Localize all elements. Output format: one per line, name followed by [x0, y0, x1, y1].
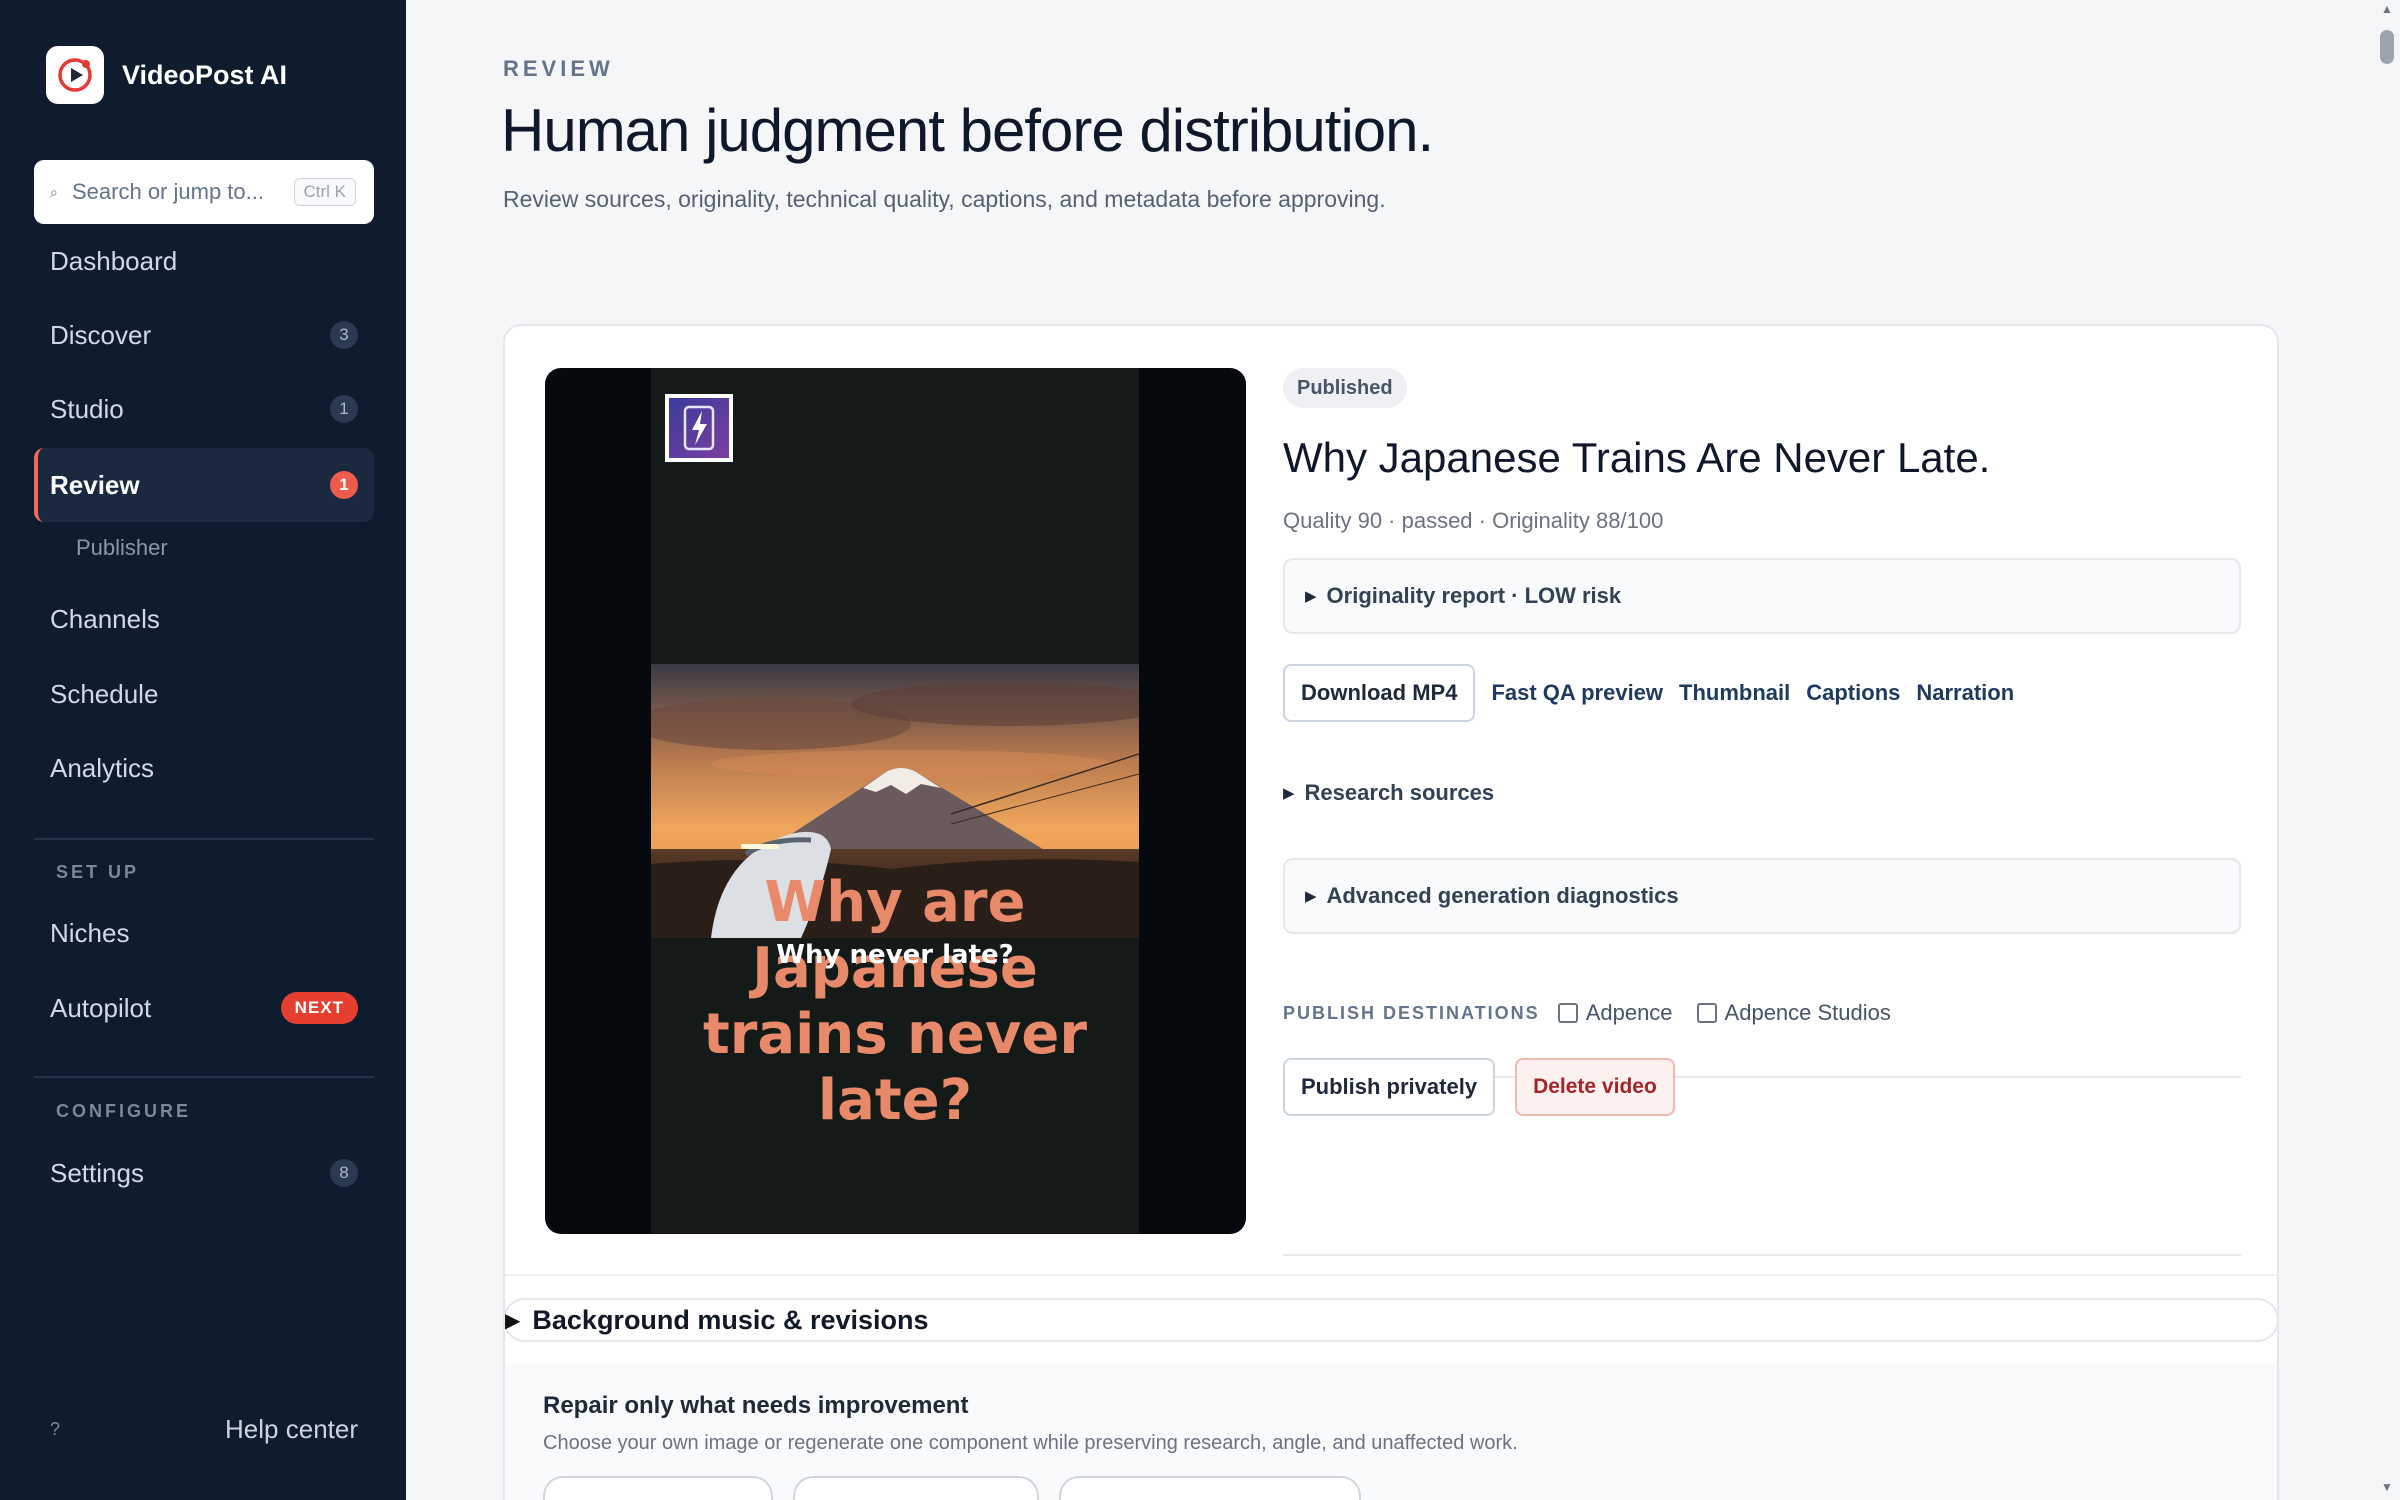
nav-label: Schedule [50, 678, 159, 709]
disclosure-triangle-icon: ▶ [1283, 785, 1295, 802]
section-label-setup: SET UP [56, 862, 140, 882]
sidebar-divider [34, 838, 374, 840]
thumbnail-link[interactable]: Thumbnail [1679, 680, 1790, 706]
scroll-down-arrow-icon[interactable]: ▼ [2381, 1480, 2393, 1494]
help-icon: ? [50, 1418, 61, 1439]
repair-option-button[interactable] [1059, 1476, 1361, 1500]
repair-title: Repair only what needs improvement [543, 1392, 969, 1419]
settings-count-badge: 8 [330, 1159, 358, 1187]
disclosure-triangle-icon: ▶ [1305, 888, 1317, 905]
research-sources-label: Research sources [1304, 780, 1495, 805]
search-icon: ⌕ [50, 183, 58, 200]
diagnostics-toggle[interactable]: ▶ Advanced generation diagnostics [1283, 858, 2241, 934]
video-review-card: Why are Japanese trains never late? Why … [503, 324, 2279, 1500]
nav-item-schedule[interactable]: Schedule [34, 659, 374, 729]
nav-item-discover[interactable]: Discover 3 [34, 300, 374, 370]
destinations-label: PUBLISH DESTINATIONS [1283, 1002, 1540, 1023]
sidebar: VideoPost AI ⌕ Ctrl K Dashboard Discover… [0, 0, 406, 1500]
nav-item-review[interactable]: Review 1 [34, 448, 374, 522]
video-frame: Why are Japanese trains never late? Why … [651, 368, 1139, 1234]
background-music-label: Background music & revisions [532, 1304, 929, 1335]
checkbox[interactable] [1557, 1003, 1578, 1023]
nav-label: Studio [50, 393, 124, 424]
captions-link[interactable]: Captions [1806, 680, 1900, 706]
nav-item-studio[interactable]: Studio 1 [34, 374, 374, 444]
disclosure-triangle-icon: ▶ [505, 1309, 521, 1332]
background-music-toggle[interactable]: ▶ Background music & revisions [503, 1298, 2279, 1342]
nav-label: Review [50, 469, 140, 500]
download-mp4-button[interactable]: Download MP4 [1283, 664, 1476, 722]
delete-video-button[interactable]: Delete video [1515, 1058, 1675, 1116]
nav-item-dashboard[interactable]: Dashboard [34, 226, 374, 296]
search-box[interactable]: ⌕ Ctrl K [34, 160, 374, 224]
help-center-link[interactable]: ? Help center [34, 1404, 374, 1454]
video-big-caption: Why are Japanese trains never late? [702, 870, 1087, 1133]
nav-item-autopilot[interactable]: Autopilot NEXT [34, 973, 374, 1043]
nav-label: Dashboard [50, 245, 178, 276]
nav-item-settings[interactable]: Settings 8 [34, 1138, 374, 1208]
studio-count-badge: 1 [330, 395, 358, 423]
channel-logo-icon [665, 394, 733, 462]
brand[interactable]: VideoPost AI [46, 46, 287, 104]
research-sources-toggle[interactable]: ▶ Research sources [1283, 780, 1494, 806]
nav-subitem-publisher[interactable]: Publisher [76, 535, 168, 561]
publish-actions: Publish privately Delete video [1283, 1058, 1675, 1116]
page-subtitle: Review sources, originality, technical q… [503, 186, 1386, 212]
repair-subtitle: Choose your own image or regenerate one … [543, 1432, 1518, 1454]
scroll-thumb[interactable] [2380, 30, 2394, 64]
page-scrollbar[interactable]: ▲ ▼ [2376, 0, 2400, 1500]
publish-destinations: PUBLISH DESTINATIONS Adpence Adpence Stu… [1283, 1000, 1915, 1026]
destination-adpence[interactable]: Adpence [1557, 1000, 1673, 1026]
page-eyebrow: REVIEW [503, 56, 614, 81]
video-actions: Download MP4 Fast QA preview Thumbnail C… [1283, 664, 2014, 722]
repair-option-button[interactable] [543, 1476, 773, 1500]
sidebar-divider [34, 1076, 374, 1078]
originality-summary: Originality report · LOW risk [1326, 583, 1622, 608]
divider [1283, 1254, 2241, 1256]
help-center-label: Help center [225, 1413, 358, 1444]
review-count-badge: 1 [330, 471, 358, 499]
app-name: VideoPost AI [122, 59, 288, 90]
nav-label: Channels [50, 603, 160, 634]
destination-adpence-studios[interactable]: Adpence Studios [1696, 1000, 1891, 1026]
app-logo-icon [46, 46, 104, 104]
main-content: REVIEW Human judgment before distributio… [406, 0, 2376, 1500]
publish-privately-button[interactable]: Publish privately [1283, 1058, 1496, 1116]
destination-label: Adpence [1585, 1000, 1673, 1025]
section-label-configure: CONFIGURE [56, 1101, 191, 1121]
destination-label: Adpence Studios [1724, 1000, 1891, 1025]
repair-option-button[interactable] [793, 1476, 1039, 1500]
scroll-up-arrow-icon[interactable]: ▲ [2381, 2, 2393, 16]
nav-label: Autopilot [50, 992, 152, 1023]
nav-label: Settings [50, 1157, 144, 1188]
search-shortcut: Ctrl K [293, 178, 356, 206]
originality-report-toggle[interactable]: ▶ Originality report · LOW risk [1283, 558, 2241, 634]
video-preview[interactable]: Why are Japanese trains never late? Why … [545, 368, 1246, 1234]
disclosure-triangle-icon: ▶ [1305, 588, 1317, 605]
nav-item-analytics[interactable]: Analytics [34, 733, 374, 803]
discover-count-badge: 3 [330, 321, 358, 349]
diagnostics-label: Advanced generation diagnostics [1326, 883, 1679, 908]
fast-qa-preview-link[interactable]: Fast QA preview [1491, 680, 1663, 706]
nav-item-niches[interactable]: Niches [34, 898, 374, 968]
status-badge: Published [1283, 368, 1407, 408]
card-divider [505, 1274, 2277, 1276]
repair-section: Repair only what needs improvement Choos… [505, 1364, 2277, 1500]
autopilot-next-badge: NEXT [280, 992, 358, 1024]
video-title: Why Japanese Trains Are Never Late. [1283, 434, 1991, 481]
checkbox[interactable] [1696, 1003, 1717, 1023]
video-meta: Quality 90 · passed · Originality 88/100 [1283, 508, 1664, 533]
nav-label: Discover [50, 319, 152, 350]
nav-item-channels[interactable]: Channels [34, 584, 374, 654]
narration-link[interactable]: Narration [1916, 680, 2014, 706]
search-input[interactable] [72, 179, 294, 205]
nav-label: Niches [50, 917, 130, 948]
page-title: Human judgment before distribution. [501, 97, 1434, 164]
nav-label: Analytics [50, 752, 155, 783]
video-small-caption: Why never late? [776, 940, 1014, 970]
